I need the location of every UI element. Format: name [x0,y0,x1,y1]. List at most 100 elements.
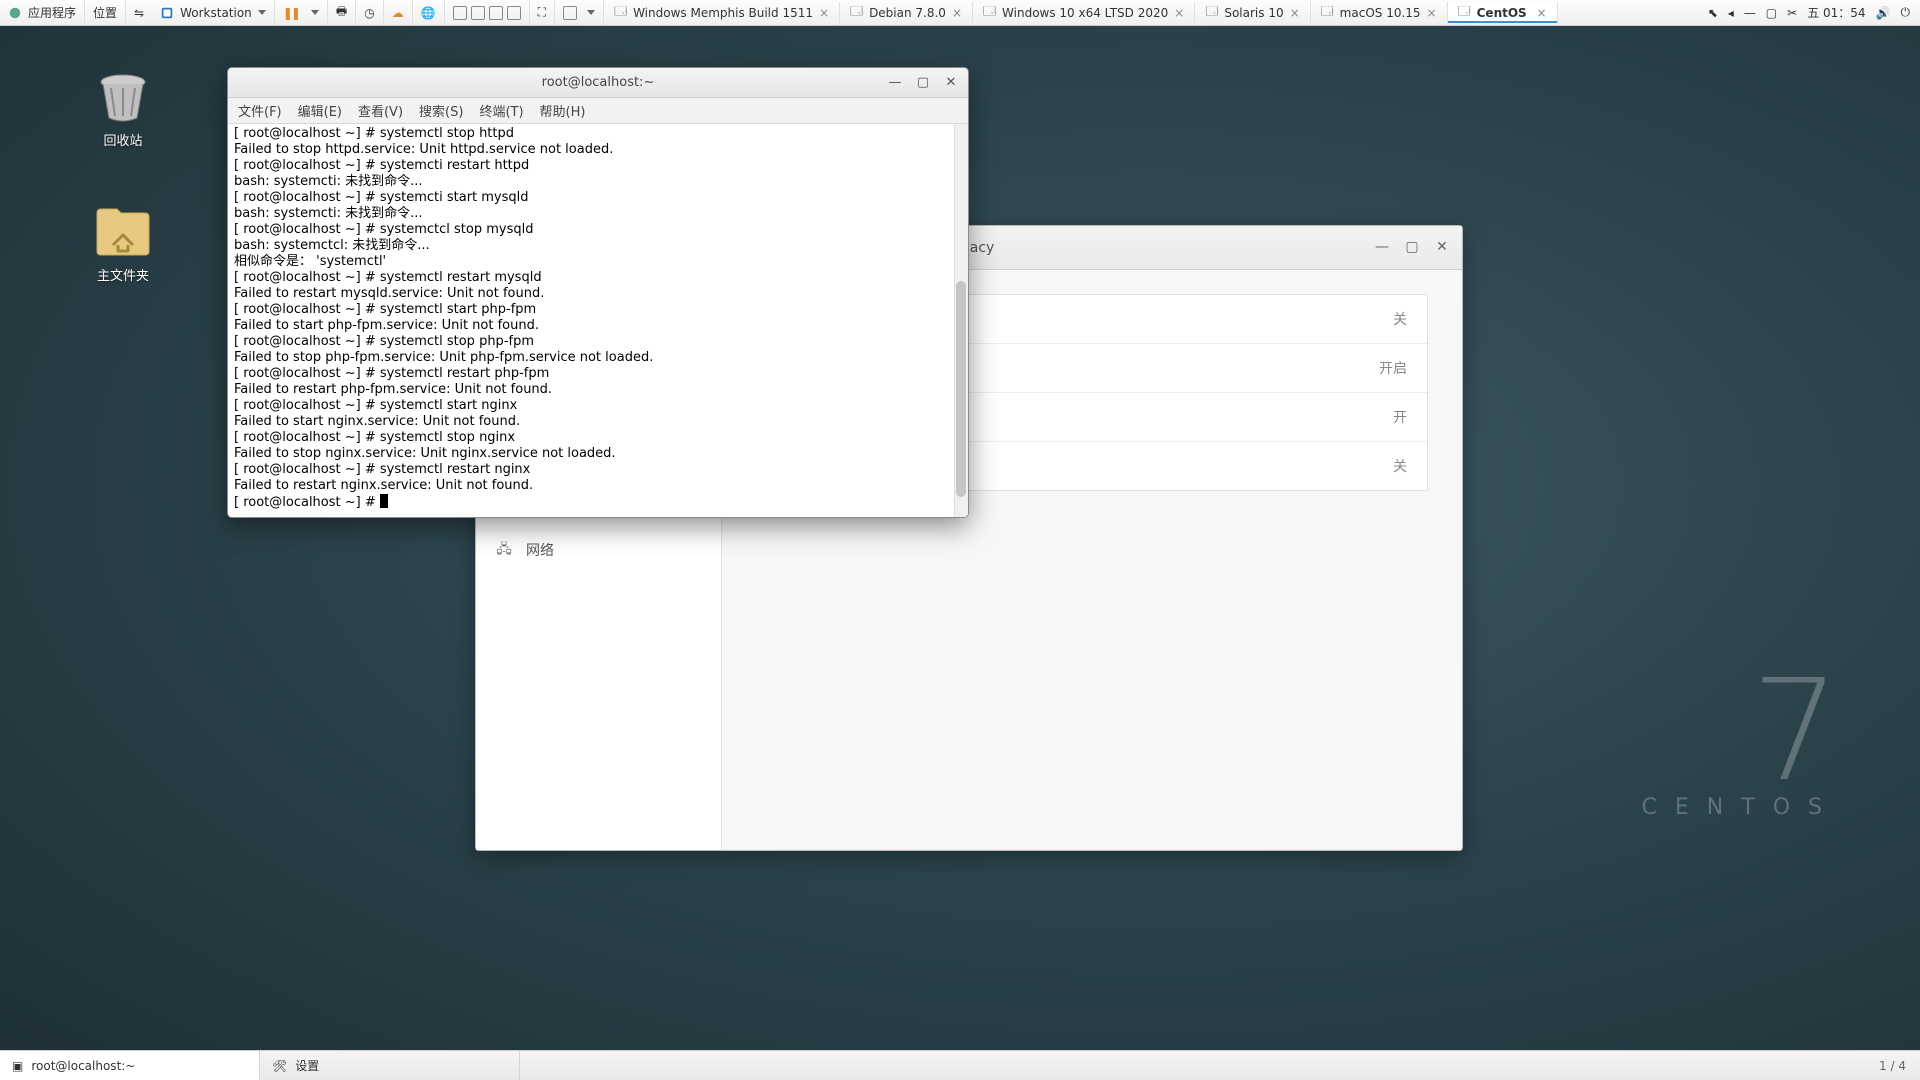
close-icon[interactable]: × [1427,6,1437,20]
taskbar-item-label: 设置 [295,1057,319,1074]
terminal-body[interactable]: [ root@localhost ~] # systemctl stop htt… [228,124,968,517]
vm-tab[interactable]: 🗔Solaris 10× [1195,2,1310,23]
close-button[interactable]: ✕ [1428,234,1456,260]
layout3-icon[interactable] [489,6,503,20]
taskbar-item-terminal[interactable]: ▣ root@localhost:~ [0,1051,260,1080]
vm-tab-label: Solaris 10 [1224,6,1283,20]
terminal-title: root@localhost:~ [542,75,655,90]
desktop-icon-trash[interactable]: 回收站 [78,70,168,149]
globe-icon: 🌐 [421,6,436,20]
desktop-icon-label: 回收站 [78,130,168,149]
restore-icon[interactable]: ▢ [1766,6,1777,20]
sidebar-item-network[interactable]: 🖧 网络 [476,528,721,572]
trash-icon [91,70,155,124]
close-icon[interactable]: × [1290,6,1300,20]
vmware-product-label: Workstation [180,6,252,20]
scrollbar-thumb[interactable] [956,281,966,497]
vm-snapshot-button[interactable]: 🖶 [328,0,356,25]
menu-view[interactable]: 查看(V) [358,101,403,120]
taskbar-item-settings[interactable]: 🛠 设置 [260,1051,520,1080]
host-menu-apps[interactable]: 应用程序 [0,0,85,25]
minimize-button[interactable]: — [1368,234,1396,260]
close-button[interactable]: ✕ [940,72,962,92]
snapshot-icon: 🖶 [336,2,347,23]
menu-file[interactable]: 文件(F) [238,101,282,120]
chevron-down-icon [587,10,595,15]
vm-layout-buttons [445,0,530,25]
vm-unity-button[interactable] [555,0,604,25]
layout1-icon[interactable] [453,6,467,20]
fullscreen-icon: ⛶ [538,5,546,20]
menu-terminal[interactable]: 终端(T) [479,101,523,120]
menu-edit[interactable]: 编辑(E) [298,101,342,120]
pause-icon: ❚❚ [283,6,299,20]
host-app-switch[interactable]: ⇋ [126,0,152,25]
minimize-button[interactable]: — [884,72,906,92]
close-icon[interactable]: × [819,6,829,20]
chevron-down-icon [311,10,319,15]
vm-pause-button[interactable]: ❚❚ [275,0,328,25]
terminal-cursor [380,494,388,508]
maximize-button[interactable]: ▢ [1398,234,1426,260]
network-icon: 🖧 [496,542,512,558]
chevron-down-icon [258,10,266,15]
desktop-icon-label: 主文件夹 [78,265,168,284]
vm-os-icon: 🗔 [850,2,863,23]
maximize-button[interactable]: ▢ [912,72,934,92]
privacy-row-value: 关 [1393,456,1407,476]
close-icon[interactable]: × [1174,6,1184,20]
close-icon[interactable]: × [952,6,962,20]
terminal-menubar: 文件(F) 编辑(E) 查看(V) 搜索(S) 终端(T) 帮助(H) [228,98,968,124]
switch-icon: ⇋ [134,6,144,20]
vm-tab-label: Windows Memphis Build 1511 [633,6,813,20]
host-menu-places-label: 位置 [93,4,117,21]
vm-os-icon: 🗔 [1321,2,1334,23]
vm-tool1[interactable]: ◷ [356,0,383,25]
vm-tab[interactable]: 🗔CentOS× [1448,2,1558,23]
vm-tab[interactable]: 🗔 Windows Memphis Build 1511 × [604,2,840,23]
menu-help[interactable]: 帮助(H) [540,101,586,120]
scissors-icon[interactable]: ✂ [1787,6,1797,20]
host-tray: ⬉ ◂ — ▢ ✂ 五 01：54 🔊 ⏻ [1698,4,1920,21]
volume-icon[interactable]: 🔊 [1876,6,1891,20]
vm-os-icon: 🗔 [614,2,627,23]
cursor-icon: ⬉ [1708,6,1718,20]
vm-tabs: 🗔 Windows Memphis Build 1511 × 🗔 Debian 7.8… [604,2,1698,23]
centos-watermark: 7 CENTOS [1642,669,1840,820]
privacy-row-value: 开 [1393,407,1407,427]
terminal-window: root@localhost:~ — ▢ ✕ 文件(F) 编辑(E) 查看(V)… [227,67,969,518]
vmware-product[interactable]: Workstation [152,0,275,25]
min-icon[interactable]: — [1744,6,1756,20]
host-menu-places[interactable]: 位置 [85,0,126,25]
layout4-icon[interactable] [507,6,521,20]
taskbar-item-label: root@localhost:~ [31,1059,135,1073]
apps-icon [8,6,22,20]
vm-tab-label: Windows 10 x64 LTSD 2020 [1002,6,1168,20]
vm-tab[interactable]: 🗔 Debian 7.8.0 × [840,2,973,23]
watermark-version: 7 [1642,669,1840,795]
vm-tool2[interactable]: ☁ [384,0,413,25]
workspace-indicator[interactable]: 1 / 4 [1865,1059,1920,1073]
watermark-name: CENTOS [1642,795,1840,820]
host-top-bar: 应用程序 位置 ⇋ Workstation ❚❚ 🖶 ◷ ☁ 🌐 ⛶ 🗔 Wind… [0,0,1920,26]
folder-home-icon [91,205,155,259]
menu-search[interactable]: 搜索(S) [419,101,463,120]
terminal-icon: ▣ [12,1059,23,1073]
taskbar: ▣ root@localhost:~ 🛠 设置 1 / 4 [0,1050,1920,1080]
vm-tab[interactable]: 🗔Windows 10 x64 LTSD 2020× [973,2,1195,23]
vm-fullscreen-button[interactable]: ⛶ [530,0,555,25]
power-icon[interactable]: ⏻ [1901,5,1911,20]
terminal-titlebar[interactable]: root@localhost:~ — ▢ ✕ [228,68,968,98]
sidebar-item-label: 网络 [526,540,554,560]
settings-icon: 🛠 [272,1059,287,1073]
layout2-icon[interactable] [471,6,485,20]
desktop-icon-home[interactable]: 主文件夹 [78,205,168,284]
close-icon[interactable]: × [1537,6,1547,20]
vm-tool3[interactable]: 🌐 [413,0,445,25]
vm-tab-label: Debian 7.8.0 [869,6,946,20]
terminal-scrollbar[interactable] [954,124,968,517]
prev-icon[interactable]: ◂ [1728,6,1734,20]
vm-tab[interactable]: 🗔macOS 10.15× [1311,2,1448,23]
privacy-row-value: 开启 [1379,358,1407,378]
vm-os-icon: 🗔 [1458,2,1471,23]
